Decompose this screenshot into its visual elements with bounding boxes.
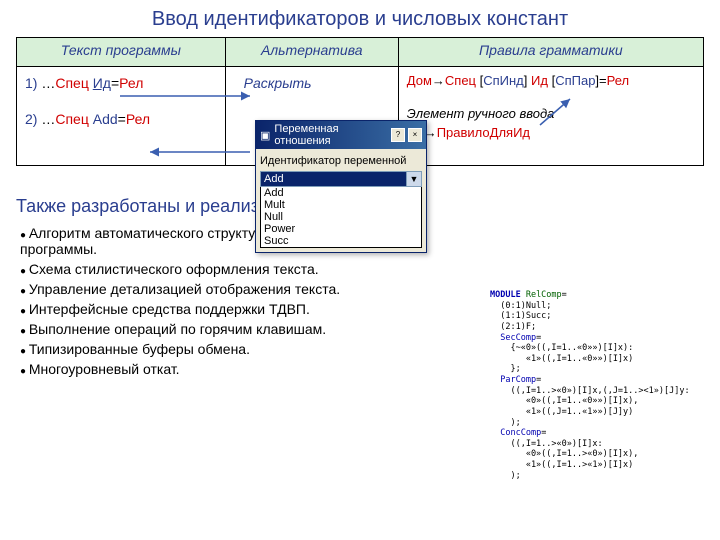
list-item[interactable]: Succ (261, 235, 421, 247)
list-item[interactable]: Null (261, 211, 421, 223)
list-item: Схема стилистического оформления текста. (20, 261, 450, 277)
dialog-title: Переменная отношения (274, 123, 387, 147)
variable-dialog[interactable]: ▣ Переменная отношения ? × Идентификатор… (255, 120, 427, 253)
program-line-1: 1) …Спец Ид=Рел (25, 75, 217, 91)
combo-box[interactable]: Add ▼ (260, 171, 422, 187)
list-item: Типизированные буферы обмена. (20, 341, 450, 357)
combo-list[interactable]: Add Mult Null Power Succ (260, 187, 422, 248)
dialog-icon: ▣ (260, 129, 270, 142)
list-item[interactable]: Mult (261, 199, 421, 211)
cell-program: 1) …Спец Ид=Рел 2) …Спец Add=Рел (17, 67, 226, 166)
list-item: Интерфейсные средства поддержки ТДВП. (20, 301, 450, 317)
chevron-down-icon[interactable]: ▼ (406, 172, 421, 186)
list-item: Выполнение операций по горячим клавишам. (20, 321, 450, 337)
annotation-manual: Элемент ручного ввода (407, 106, 695, 121)
combo-label: Идентификатор переменной (260, 155, 422, 167)
list-item[interactable]: Power (261, 223, 421, 235)
th-program: Текст программы (17, 38, 226, 67)
page-title: Ввод идентификаторов и числовых констант (0, 0, 720, 37)
combo-selected: Add (261, 172, 406, 186)
dialog-titlebar[interactable]: ▣ Переменная отношения ? × (256, 121, 426, 149)
grammar-line-1: Дом→Спец [СпИнд] Ид [СпПар]=Рел (407, 73, 695, 88)
program-line-2: 2) …Спец Add=Рел (25, 111, 217, 127)
expand-label: Раскрыть (244, 75, 390, 91)
list-item: Многоуровневый откат. (20, 361, 450, 377)
close-icon[interactable]: × (408, 128, 422, 142)
list-item: Управление детализацией отображения текс… (20, 281, 450, 297)
code-sample: MODULE RelComp= (0:1)Null; (1:1)Succ; (2… (490, 290, 710, 481)
grammar-line-2: Ид→ПравилоДляИд (407, 125, 695, 140)
cell-rules: Дом→Спец [СпИнд] Ид [СпПар]=Рел Элемент … (398, 67, 703, 166)
th-rules: Правила грамматики (398, 38, 703, 67)
help-icon[interactable]: ? (391, 128, 405, 142)
list-item[interactable]: Add (261, 187, 421, 199)
th-alt: Альтернатива (225, 38, 398, 67)
